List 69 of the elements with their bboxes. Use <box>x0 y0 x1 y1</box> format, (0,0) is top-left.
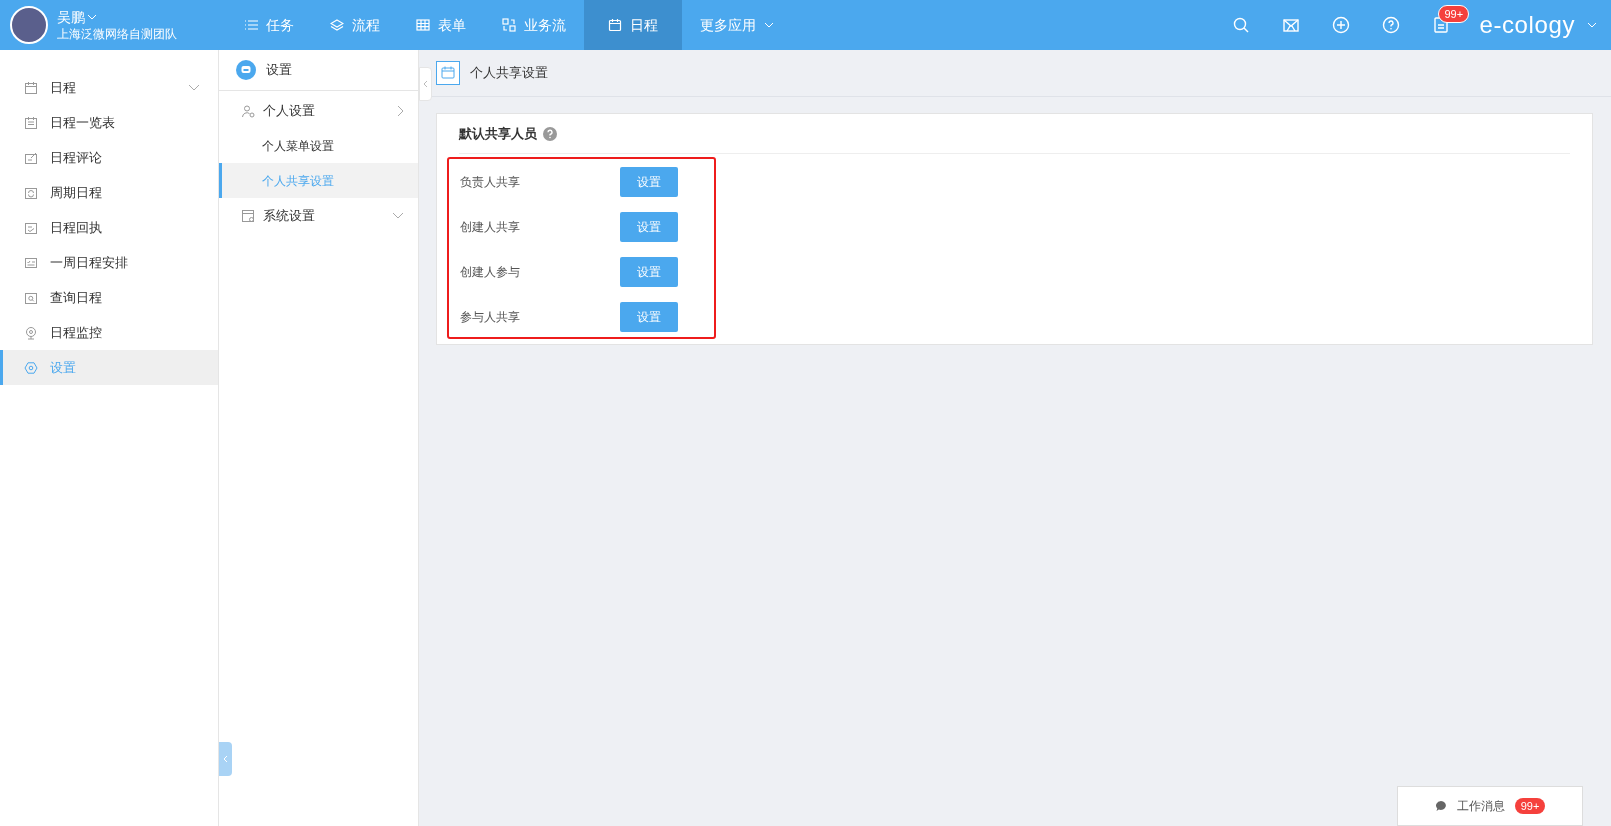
help-icon[interactable] <box>1382 16 1401 34</box>
submenu-group[interactable]: 系统设置 <box>219 198 418 233</box>
settings-button[interactable]: 设置 <box>620 301 678 332</box>
nav-tab[interactable]: 流程 <box>312 0 398 50</box>
layers-icon <box>330 18 344 32</box>
collapse-handle[interactable] <box>419 67 432 101</box>
submenu-item[interactable]: 个人菜单设置 <box>219 128 418 163</box>
user-name[interactable]: 吴鹏 <box>57 8 85 26</box>
calendar-search-icon <box>24 290 38 305</box>
submenu-item[interactable]: 个人共享设置 <box>219 163 418 198</box>
collapse-handle[interactable] <box>219 742 232 776</box>
checklist-icon <box>24 255 38 270</box>
count-badge: 99+ <box>1438 5 1470 23</box>
settings-button[interactable]: 设置 <box>620 166 678 197</box>
brand-logo[interactable]: e-cology <box>1479 7 1575 43</box>
chevron-down-icon <box>764 22 774 28</box>
nav-tab[interactable]: 任务 <box>226 0 312 50</box>
help-icon[interactable] <box>543 126 557 141</box>
sidebar-item[interactable]: 日程 <box>0 70 218 105</box>
settings-button[interactable]: 设置 <box>620 256 678 287</box>
mail-icon[interactable] <box>1282 16 1301 34</box>
nav-tab[interactable]: 更多应用 <box>682 0 792 50</box>
sidebar-item[interactable]: 日程一览表 <box>0 105 218 140</box>
settings-icon <box>24 360 38 375</box>
settings-button[interactable]: 设置 <box>620 211 678 242</box>
chevron-down-icon <box>188 84 200 91</box>
section-title: 默认共享人员 <box>459 124 537 143</box>
submenu-title: 设置 <box>266 61 292 80</box>
flow-icon <box>502 18 516 32</box>
field-label: 参与人共享 <box>460 308 521 326</box>
chevron-right-icon <box>397 104 404 117</box>
calendar-cycle-icon <box>24 185 38 200</box>
submenu-group[interactable]: 个人设置 <box>219 93 418 128</box>
team-name: 上海泛微网络自测团队 <box>57 26 177 42</box>
search-icon[interactable] <box>1232 16 1251 34</box>
field-label: 负责人共享 <box>460 173 521 191</box>
nav-tab[interactable]: 日程 <box>584 0 682 50</box>
edit-icon <box>24 150 38 165</box>
sidebar-item[interactable]: 查询日程 <box>0 280 218 315</box>
nav-tab[interactable]: 表单 <box>398 0 484 50</box>
page-title: 个人共享设置 <box>470 64 548 83</box>
count-badge: 99+ <box>1514 798 1546 814</box>
avatar[interactable] <box>10 6 48 44</box>
calendar-icon <box>436 61 460 85</box>
calendar-icon <box>608 18 622 32</box>
window-settings-icon <box>241 208 255 223</box>
nav-tab[interactable]: 业务流 <box>484 0 584 50</box>
table-icon <box>416 18 430 32</box>
sidebar-item[interactable]: 日程评论 <box>0 140 218 175</box>
chevron-down-icon[interactable] <box>1587 22 1597 28</box>
chevron-down-icon <box>392 212 404 219</box>
message-label[interactable]: 工作消息 <box>1456 797 1505 815</box>
sidebar-item[interactable]: 设置 <box>0 350 218 385</box>
webcam-icon <box>24 325 38 340</box>
sidebar-item[interactable]: 一周日程安排 <box>0 245 218 280</box>
calendar-icon <box>24 80 38 95</box>
user-settings-icon <box>241 103 255 118</box>
field-label: 创建人参与 <box>460 263 521 281</box>
calendar-check-icon <box>24 220 38 235</box>
settings-badge-icon <box>236 60 256 80</box>
chat-icon <box>1434 800 1447 812</box>
field-label: 创建人共享 <box>460 218 521 236</box>
list-icon <box>244 18 258 32</box>
sidebar-item[interactable]: 日程回执 <box>0 210 218 245</box>
chevron-down-icon[interactable] <box>87 14 97 20</box>
calendar-list-icon <box>24 115 38 130</box>
add-icon[interactable] <box>1332 16 1351 34</box>
sidebar-item[interactable]: 周期日程 <box>0 175 218 210</box>
sidebar-item[interactable]: 日程监控 <box>0 315 218 350</box>
